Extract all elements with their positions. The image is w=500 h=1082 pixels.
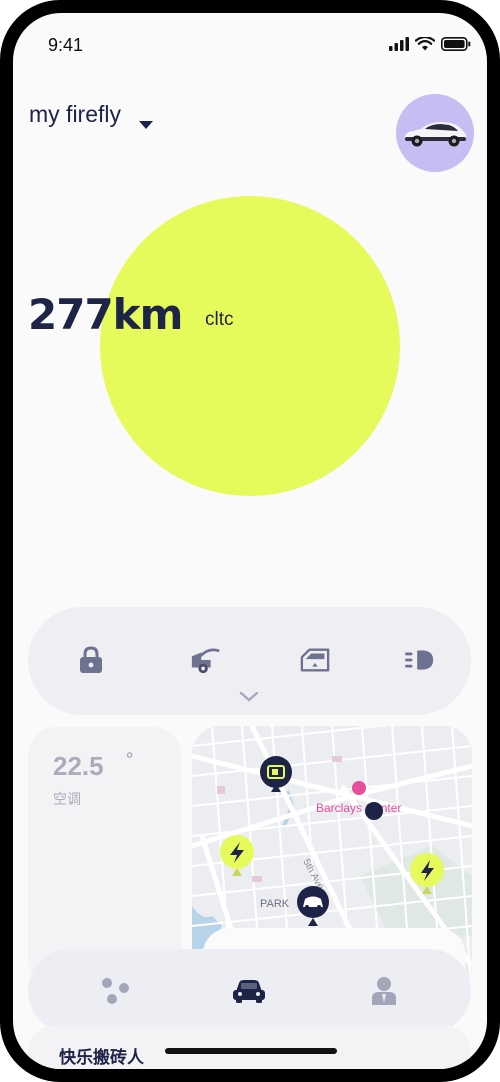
tab-profile[interactable]	[366, 973, 402, 1009]
screen: 9:41 my firefly 277km cltc 22.5 ° 空调 Bar…	[13, 13, 487, 1069]
degree-symbol: °	[126, 749, 134, 769]
phone-frame: 9:41 my firefly 277km cltc 22.5 ° 空调 Bar…	[0, 0, 500, 1082]
window-button[interactable]	[300, 645, 330, 675]
window-icon	[300, 648, 330, 672]
car-avatar[interactable]	[396, 94, 474, 172]
cabin-temperature: 22.5	[53, 751, 104, 781]
trunk-button[interactable]	[190, 645, 220, 675]
peek-card-title: 快乐搬砖人	[59, 1048, 144, 1067]
chevron-down-icon[interactable]	[139, 121, 153, 129]
expand-chevron-icon[interactable]	[239, 691, 259, 703]
headlight-button[interactable]	[405, 645, 435, 675]
range-indicator-circle	[100, 196, 400, 496]
tab-services[interactable]	[98, 973, 134, 1009]
bottom-tab-bar	[28, 949, 471, 1033]
car-icon	[233, 980, 265, 1003]
dots-icon	[102, 978, 129, 1004]
status-icons	[389, 37, 471, 51]
range-value: 277km	[28, 290, 183, 339]
trunk-icon	[191, 648, 220, 674]
tab-vehicle[interactable]	[231, 973, 267, 1009]
area-label: PARK	[260, 898, 290, 910]
headlight-icon	[405, 650, 434, 670]
lock-icon	[80, 646, 102, 673]
range-unit: cltc	[205, 309, 234, 330]
battery-icon	[441, 37, 471, 51]
car-location-marker	[365, 802, 383, 820]
wifi-icon	[415, 37, 435, 51]
status-time: 9:41	[48, 35, 84, 55]
lock-button[interactable]	[76, 645, 106, 675]
car-thumbnail-icon	[404, 122, 467, 147]
climate-card[interactable]	[28, 727, 181, 987]
ac-label: 空调	[53, 791, 81, 807]
car-selector[interactable]: my firefly	[29, 101, 121, 128]
place-label: Barclays Center	[316, 801, 401, 815]
signal-icon	[389, 37, 409, 51]
venue-pin-icon	[352, 781, 366, 795]
profile-icon	[372, 977, 396, 1005]
home-indicator[interactable]	[165, 1048, 337, 1054]
